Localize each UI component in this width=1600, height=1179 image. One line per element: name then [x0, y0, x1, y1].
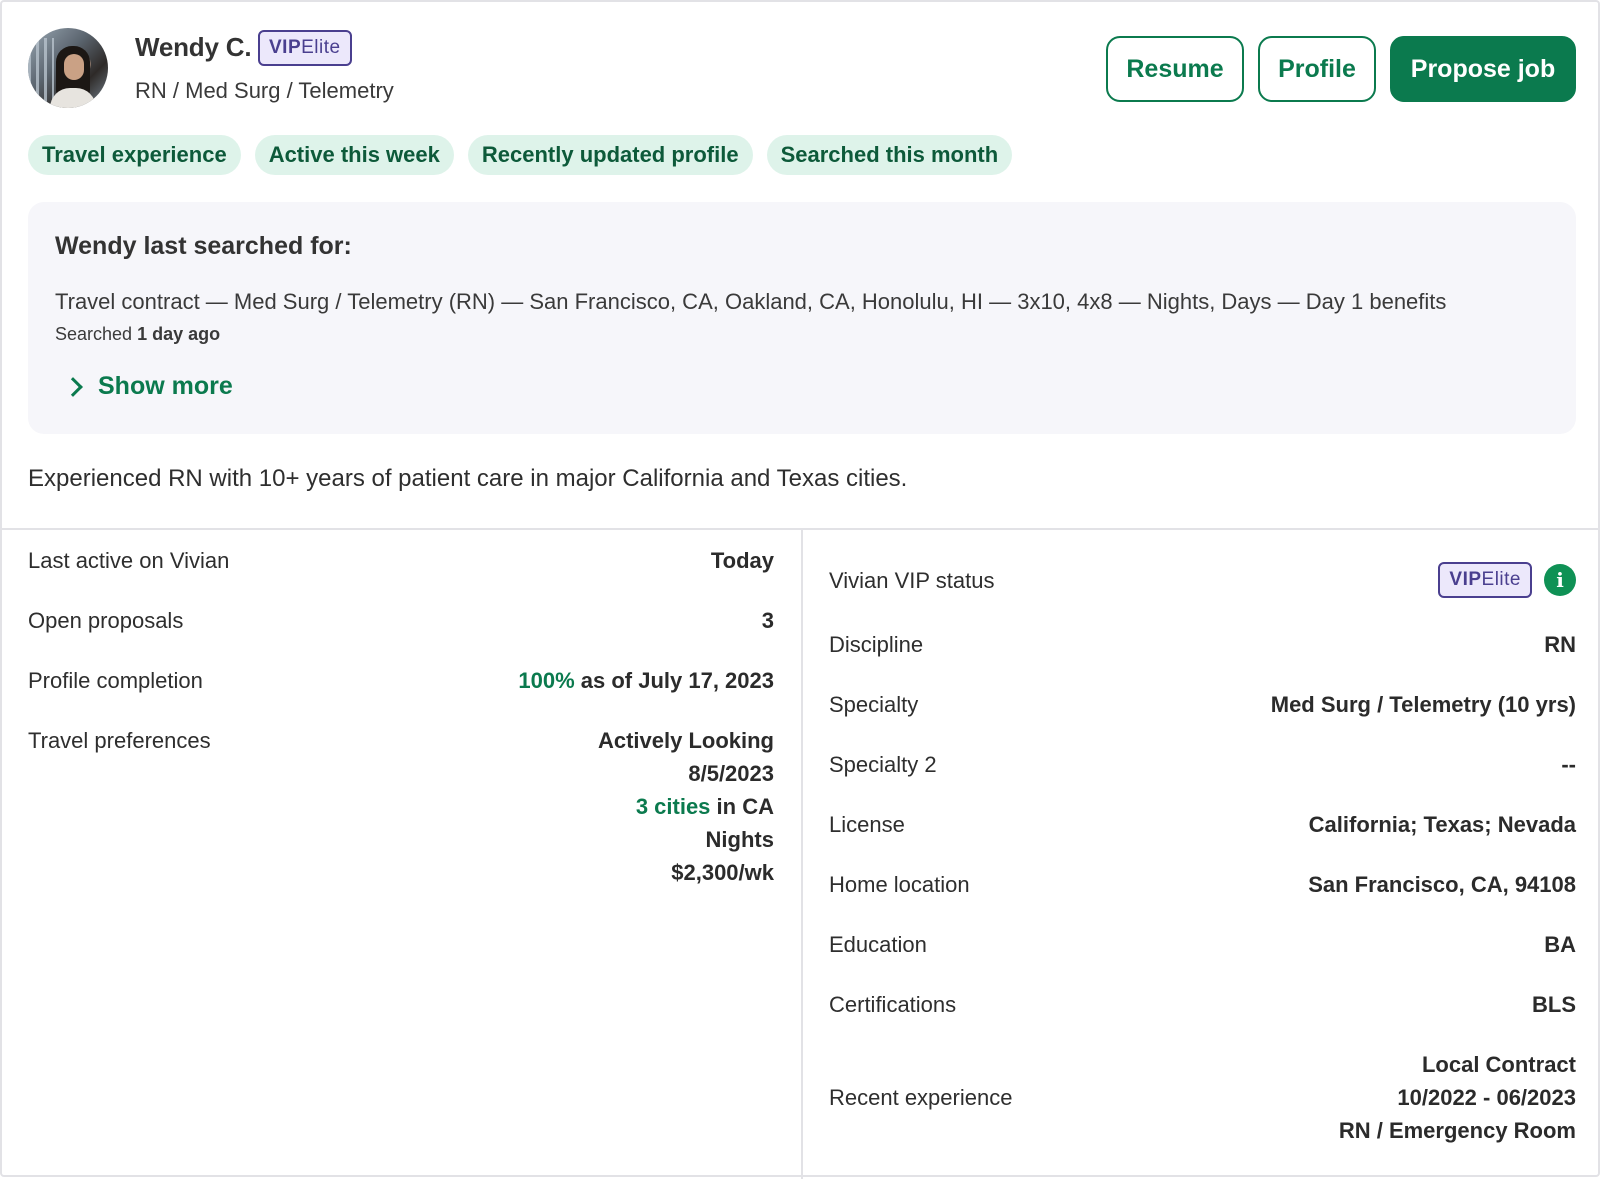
candidate-summary: Experienced RN with 10+ years of patient…	[28, 465, 908, 492]
candidate-name: Wendy C.	[135, 32, 252, 62]
row-last-active: Last active on Vivian Today	[28, 544, 774, 577]
tag-recently-updated-profile: Recently updated profile	[467, 135, 753, 175]
chevron-right-icon	[63, 376, 83, 397]
specialty-label: Specialty	[829, 692, 919, 717]
home-location-value: San Francisco, CA, 94108	[1308, 872, 1576, 897]
row-open-proposals: Open proposals 3	[28, 604, 774, 637]
tag-searched-this-month: Searched this month	[766, 135, 1013, 175]
row-recent-experience: Recent experience Local Contract 10/2022…	[829, 1048, 1576, 1147]
open-proposals-value: 3	[761, 608, 774, 633]
vip-badge: VIP Elite	[258, 30, 352, 66]
profile-button[interactable]: Profile	[1258, 36, 1376, 102]
avatar-face	[64, 54, 84, 80]
row-license: License California; Texas; Nevada	[829, 808, 1576, 841]
last-search-time-value: 1 day ago	[137, 324, 221, 344]
last-search-panel: Wendy last searched for: Travel contract…	[28, 202, 1576, 434]
resume-button[interactable]: Resume	[1106, 36, 1244, 102]
tag-travel-experience: Travel experience	[28, 135, 241, 175]
travel-pref-cities-line: 3 cities in CA	[636, 790, 774, 823]
info-icon[interactable]: i	[1544, 564, 1576, 596]
vip-status-prefix: VIP	[1449, 569, 1482, 590]
last-active-label: Last active on Vivian	[28, 548, 230, 573]
education-label: Education	[829, 932, 927, 957]
propose-job-button[interactable]: Propose job	[1390, 36, 1576, 102]
travel-pref-status: Actively Looking	[597, 728, 774, 753]
certifications-label: Certifications	[829, 992, 957, 1017]
vip-status-badge: VIP Elite	[1438, 562, 1532, 598]
discipline-value: RN	[1544, 632, 1576, 657]
row-specialty-2: Specialty 2 --	[829, 748, 1576, 781]
last-search-title: Wendy last searched for:	[55, 232, 352, 260]
travel-pref-shift: Nights	[705, 827, 774, 852]
recent-experience-role: RN / Emergency Room	[1338, 1118, 1576, 1143]
profile-completion-label: Profile completion	[28, 668, 203, 693]
travel-pref-date: 8/5/2023	[688, 761, 774, 786]
tag-list: Travel experience Active this week Recen…	[28, 135, 1013, 175]
open-proposals-label: Open proposals	[28, 608, 184, 633]
vip-badge-prefix: VIP	[269, 37, 302, 58]
profile-completion-value: 100% as of July 17, 2023	[518, 664, 774, 697]
tag-active-this-week: Active this week	[254, 135, 454, 175]
vip-status-value: VIP Elite i	[1438, 562, 1576, 598]
recent-experience-dates: 10/2022 - 06/2023	[1397, 1085, 1576, 1110]
candidate-card: Wendy C. VIP Elite RN / Med Surg / Teleme…	[0, 0, 1600, 1179]
travel-pref-pay: $2,300/wk	[671, 860, 774, 885]
education-value: BA	[1544, 932, 1576, 957]
candidate-specialty: RN / Med Surg / Telemetry	[135, 78, 394, 103]
license-value: California; Texas; Nevada	[1308, 812, 1576, 837]
show-more-label: Show more	[98, 372, 233, 400]
travel-pref-cities-suffix: in CA	[716, 794, 774, 819]
avatar-background	[28, 38, 54, 108]
last-search-query: Travel contract — Med Surg / Telemetry (…	[55, 289, 1447, 314]
show-more-button[interactable]: Show more	[63, 372, 233, 401]
row-discipline: Discipline RN	[829, 628, 1576, 661]
recent-experience-label: Recent experience	[829, 1085, 1013, 1110]
last-active-value: Today	[710, 548, 774, 573]
row-education: Education BA	[829, 928, 1576, 961]
recent-experience-value: Local Contract 10/2022 - 06/2023 RN / Em…	[1339, 1048, 1576, 1147]
specialty-2-label: Specialty 2	[829, 752, 937, 777]
row-travel-preferences: Travel preferences Actively Looking 8/5/…	[28, 724, 774, 889]
avatar	[28, 28, 108, 108]
row-certifications: Certifications BLS	[829, 988, 1576, 1021]
home-location-label: Home location	[829, 872, 970, 897]
travel-preferences-label: Travel preferences	[28, 728, 211, 753]
profile-completion-percent: 100%	[518, 668, 575, 693]
row-vip-status: Vivian VIP status VIP Elite i	[829, 562, 1576, 598]
vip-status-tier: Elite	[1481, 569, 1521, 590]
last-search-time: Searched 1 day ago	[55, 324, 220, 345]
vip-badge-tier: Elite	[301, 37, 341, 58]
row-home-location: Home location San Francisco, CA, 94108	[829, 868, 1576, 901]
discipline-label: Discipline	[829, 632, 924, 657]
certifications-value: BLS	[1532, 992, 1576, 1017]
recent-experience-type: Local Contract	[1421, 1052, 1576, 1077]
specialty-2-value: --	[1561, 752, 1576, 777]
row-specialty: Specialty Med Surg / Telemetry (10 yrs)	[829, 688, 1576, 721]
travel-pref-cities-link[interactable]: 3 cities	[636, 794, 711, 819]
travel-preferences-value: Actively Looking 8/5/2023 3 cities in CA…	[598, 724, 774, 889]
last-search-time-prefix: Searched	[55, 324, 133, 344]
vip-status-label: Vivian VIP status	[829, 567, 995, 593]
specialty-value: Med Surg / Telemetry (10 yrs)	[1270, 692, 1576, 717]
column-divider	[801, 529, 803, 1179]
license-label: License	[829, 812, 905, 837]
profile-completion-date: as of July 17, 2023	[580, 668, 774, 693]
row-profile-completion: Profile completion 100% as of July 17, 2…	[28, 664, 774, 697]
